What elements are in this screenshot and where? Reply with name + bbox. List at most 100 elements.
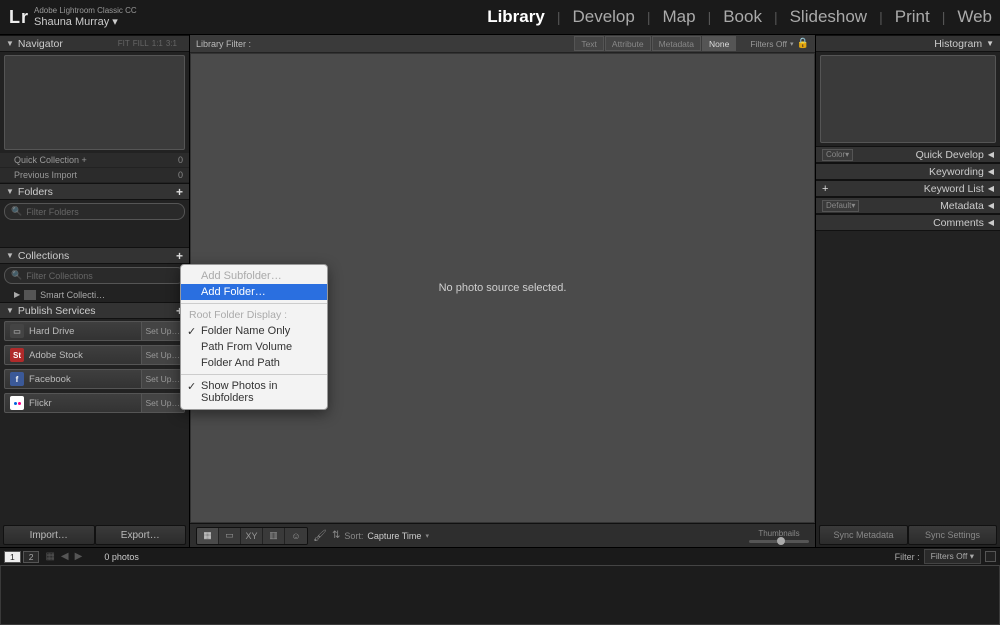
import-button[interactable]: Import… [3, 525, 95, 545]
panel-title: Metadata [940, 200, 984, 212]
zoom-fit[interactable]: FIT [118, 39, 130, 48]
right-panel-group: Histogram ▼ Color ▾ Quick Develop ◀ Keyw… [815, 35, 1000, 547]
photo-count: 0 photos [104, 552, 139, 562]
publish-flickr[interactable]: Flickr Set Up… [4, 393, 185, 413]
survey-view-button[interactable]: ▥ [263, 528, 285, 544]
menu-add-subfolder: Add Subfolder… [181, 268, 327, 284]
sort-control[interactable]: ⇅ Sort: Capture Time ▾ [332, 530, 429, 541]
histogram-header[interactable]: Histogram ▼ [816, 35, 1000, 52]
panel-title: Keywording [929, 166, 984, 178]
thumbnail-size-slider[interactable]: Thumbnails [749, 529, 809, 543]
zoom-fill[interactable]: FILL [133, 39, 149, 48]
account-block[interactable]: Adobe Lightroom Classic CC Shauna Murray… [34, 7, 137, 28]
filter-switch[interactable] [985, 551, 996, 562]
setup-button[interactable]: Set Up… [141, 322, 185, 340]
filters-off-toggle[interactable]: Filters Off ▾ 🔒 [750, 38, 809, 49]
view-mode-group: ▦ ▭ XY ▥ ☺ [196, 527, 308, 545]
treatment-select[interactable]: Color ▾ [822, 149, 853, 161]
filter-text[interactable]: Text [574, 36, 604, 51]
menu-folder-name-only[interactable]: Folder Name Only [181, 323, 327, 339]
page-1[interactable]: 1 [4, 551, 21, 563]
publish-hard-drive[interactable]: ▭ Hard Drive Set Up… [4, 321, 185, 341]
zoom-3-1[interactable]: 3:1 [166, 39, 177, 48]
filter-none[interactable]: None [702, 36, 736, 51]
smart-collections-row[interactable]: ▶ Smart Collecti… [0, 287, 189, 302]
publish-label: Facebook [29, 374, 71, 385]
chevron-left-icon: ◀ [988, 201, 994, 210]
export-button[interactable]: Export… [95, 525, 187, 545]
menu-path-from-volume[interactable]: Path From Volume [181, 339, 327, 355]
list-item-count: 0 [178, 155, 183, 165]
filter-preset-select[interactable]: Filters Off ▾ [924, 549, 981, 564]
loupe-view-button[interactable]: ▭ [219, 528, 241, 544]
quick-develop-header[interactable]: Color ▾ Quick Develop ◀ [816, 146, 1000, 163]
painter-tool-icon[interactable]: 🖌 [312, 528, 328, 544]
sort-value: Capture Time [367, 531, 421, 541]
chevron-down-icon: ▼ [986, 39, 994, 48]
module-print[interactable]: Print [895, 7, 930, 27]
page-2[interactable]: 2 [23, 551, 40, 563]
folders-title: Folders [18, 186, 53, 198]
catalog-previous-import[interactable]: Previous Import 0 [0, 168, 189, 183]
menu-folder-and-path[interactable]: Folder And Path [181, 355, 327, 371]
module-map[interactable]: Map [662, 7, 695, 27]
folders-context-menu: Add Subfolder… Add Folder… Root Folder D… [180, 264, 328, 410]
filter-attribute[interactable]: Attribute [605, 36, 651, 51]
metadata-preset-select[interactable]: Default ▾ [822, 200, 859, 212]
metadata-header[interactable]: Default ▾ Metadata ◀ [816, 197, 1000, 214]
app-header: Lr Adobe Lightroom Classic CC Shauna Mur… [0, 0, 1000, 35]
publish-facebook[interactable]: f Facebook Set Up… [4, 369, 185, 389]
catalog-quick-collection[interactable]: Quick Collection + 0 [0, 153, 189, 168]
lock-icon[interactable]: 🔒 [797, 38, 809, 49]
adobe-stock-icon: St [10, 348, 24, 362]
people-view-button[interactable]: ☺ [285, 528, 307, 544]
add-folder-plus-icon[interactable]: + [176, 185, 183, 199]
setup-button[interactable]: Set Up… [141, 394, 185, 412]
forward-icon[interactable]: ▶ [75, 551, 83, 562]
publish-adobe-stock[interactable]: St Adobe Stock Set Up… [4, 345, 185, 365]
module-book[interactable]: Book [723, 7, 762, 27]
add-collection-plus-icon[interactable]: + [176, 249, 183, 263]
navigator-header[interactable]: ▼ Navigator FIT FILL 1:1 3:1 [0, 35, 189, 52]
keywording-header[interactable]: Keywording ◀ [816, 163, 1000, 180]
sync-metadata-button[interactable]: Sync Metadata [819, 525, 908, 545]
add-keyword-plus-icon[interactable]: + [822, 183, 828, 195]
publish-header[interactable]: ▼ Publish Services + [0, 302, 189, 319]
setup-button[interactable]: Set Up… [141, 370, 185, 388]
library-filter-bar: Library Filter : Text Attribute Metadata… [190, 35, 815, 53]
drive-icon: ▭ [10, 324, 24, 338]
filter-metadata[interactable]: Metadata [652, 36, 701, 51]
menu-section-header: Root Folder Display : [181, 307, 327, 323]
module-picker: Library| Develop| Map| Book| Slideshow| … [487, 7, 992, 27]
collections-filter-input[interactable]: 🔍 Filter Collections [4, 267, 185, 284]
sync-settings-button[interactable]: Sync Settings [908, 525, 997, 545]
folders-filter-input[interactable]: 🔍 Filter Folders [4, 203, 185, 220]
filmstrip[interactable] [0, 565, 1000, 625]
panel-title: Keyword List [924, 183, 984, 195]
panel-title: Comments [933, 217, 984, 229]
zoom-1-1[interactable]: 1:1 [152, 39, 163, 48]
smart-collections-label: Smart Collecti… [40, 290, 105, 300]
collections-header[interactable]: ▼ Collections + [0, 247, 189, 264]
comments-header[interactable]: Comments ◀ [816, 214, 1000, 231]
compare-view-button[interactable]: XY [241, 528, 263, 544]
chevron-left-icon: ◀ [988, 167, 994, 176]
grid-shortcut-icon[interactable]: ▦ [45, 551, 54, 562]
collections-title: Collections [18, 250, 69, 262]
left-panel-group: ▼ Navigator FIT FILL 1:1 3:1 Quick Colle… [0, 35, 190, 547]
menu-add-folder[interactable]: Add Folder… [181, 284, 327, 300]
grid-view-button[interactable]: ▦ [197, 528, 219, 544]
chevron-down-icon: ▼ [6, 187, 14, 196]
filter-label: Filter : [895, 552, 920, 562]
navigator-title: Navigator [18, 38, 63, 50]
folders-header[interactable]: ▼ Folders + [0, 183, 189, 200]
back-icon[interactable]: ◀ [61, 551, 69, 562]
menu-show-subfolders[interactable]: Show Photos in Subfolders [181, 378, 327, 406]
module-library[interactable]: Library [487, 7, 545, 27]
setup-button[interactable]: Set Up… [141, 346, 185, 364]
module-web[interactable]: Web [957, 7, 992, 27]
publish-label: Adobe Stock [29, 350, 83, 361]
keyword-list-header[interactable]: + Keyword List ◀ [816, 180, 1000, 197]
module-develop[interactable]: Develop [572, 7, 634, 27]
module-slideshow[interactable]: Slideshow [790, 7, 868, 27]
